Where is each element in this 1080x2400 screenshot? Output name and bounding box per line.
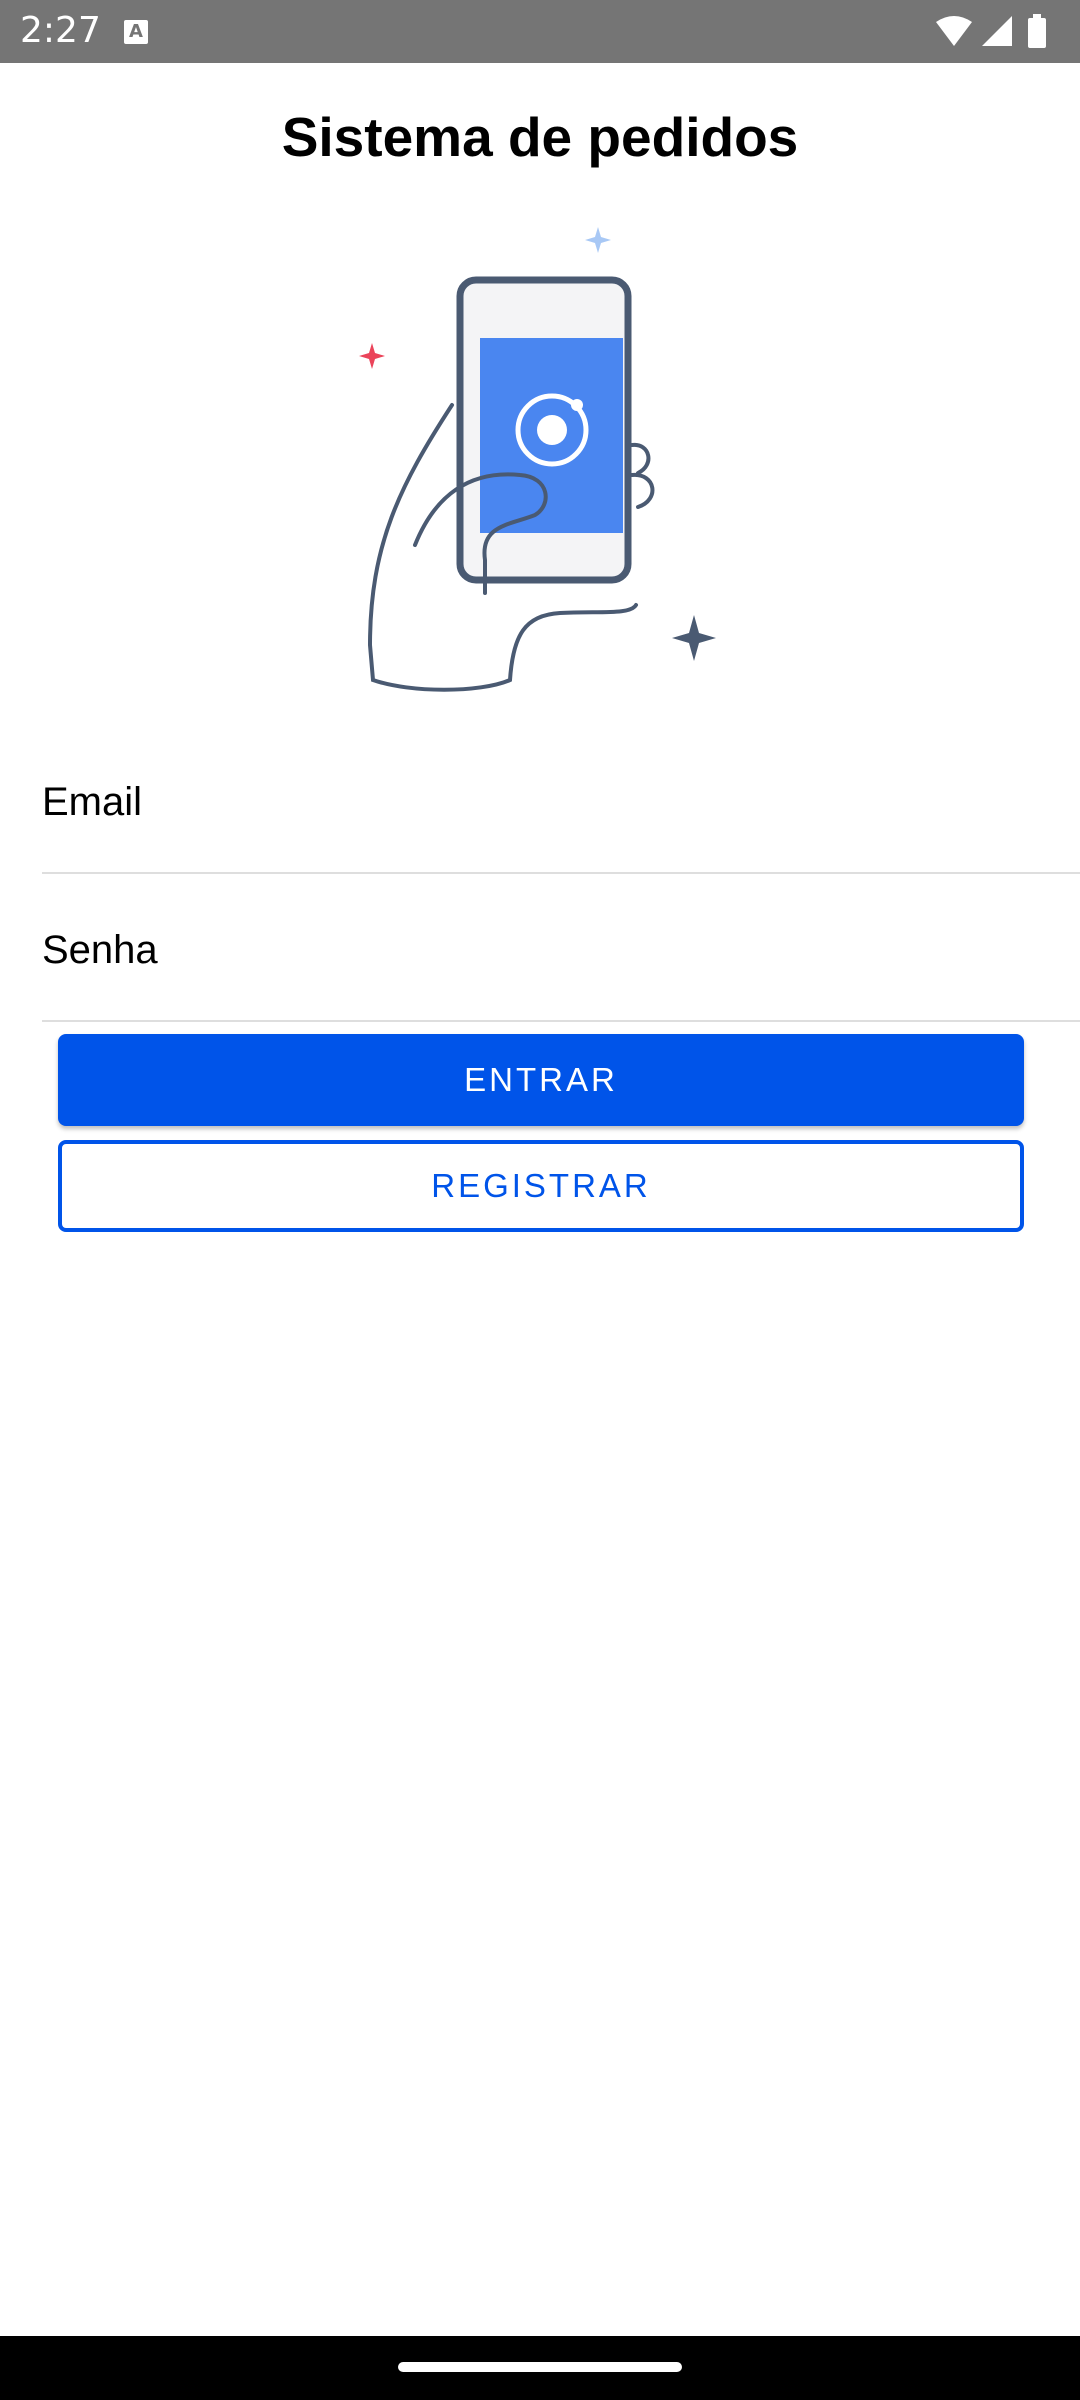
email-label: Email	[42, 780, 143, 824]
phone-illustration	[456, 276, 632, 584]
login-screen: 2:27 A Sistema de pedidos Email Senha EN…	[0, 0, 1080, 2400]
sparkle-red-icon	[359, 343, 385, 369]
password-field[interactable]: Senha	[42, 876, 1080, 1022]
status-time: 2:27	[20, 10, 101, 51]
register-button[interactable]: REGISTRAR	[58, 1140, 1024, 1232]
status-icons	[932, 12, 1056, 52]
login-button[interactable]: ENTRAR	[58, 1034, 1024, 1126]
notification-app-icon: A	[124, 20, 148, 44]
status-bar: 2:27 A	[0, 0, 1080, 63]
wifi-icon	[936, 16, 972, 46]
sparkle-blue-icon	[585, 227, 611, 253]
battery-icon	[1028, 14, 1046, 48]
system-navigation-bar	[0, 2336, 1080, 2400]
password-label: Senha	[42, 928, 158, 972]
sparkle-dark-icon	[672, 615, 716, 661]
signal-icon	[982, 16, 1012, 46]
email-field[interactable]: Email	[42, 728, 1080, 874]
page-title: Sistema de pedidos	[281, 106, 799, 168]
home-gesture-handle[interactable]	[398, 2362, 682, 2372]
hand-holding-phone-illustration	[320, 215, 740, 705]
